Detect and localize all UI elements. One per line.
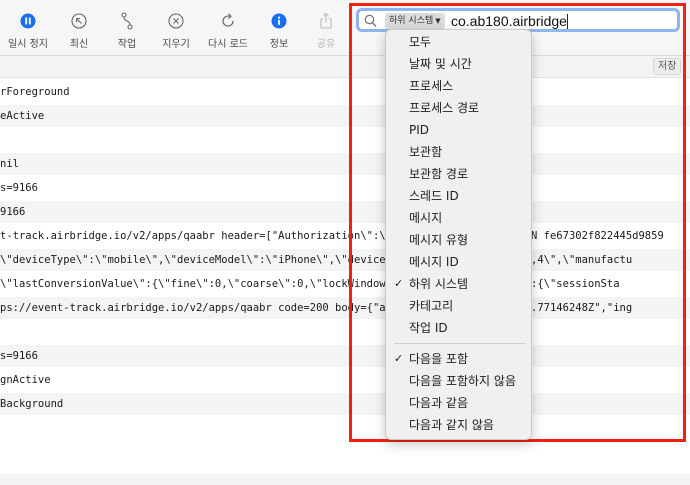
search-options-bar: 저장 [0,56,690,78]
menu-item[interactable]: 모두 [386,31,533,53]
menu-item-label: 프로세스 경로 [409,101,480,115]
log-row[interactable]: nil [0,153,690,175]
log-row[interactable]: eActive [0,105,690,127]
menu-separator [394,343,525,344]
log-row[interactable]: s=9166 [0,177,690,199]
search-query[interactable]: co.ab180.airbridge [451,11,567,31]
text-caret [567,14,568,29]
menu-item[interactable]: 메시지 [386,207,533,229]
log-row[interactable]: t-track.airbridge.io/v2/apps/qaabr heade… [0,225,690,247]
log-row[interactable]: rForeground [0,81,690,103]
menu-item[interactable]: 카테고리 [386,295,533,317]
clear-button[interactable]: 지우기 [146,10,206,52]
menu-item-label: 카테고리 [409,299,454,313]
log-row[interactable]: ps://event-track.airbridge.io/v2/apps/qa… [0,297,690,319]
clear-label: 지우기 [162,39,190,50]
log-row[interactable]: \"lastConversionValue\":{\"fine\":0,\"co… [0,273,690,295]
search-field-dropdown-menu: 모두날짜 및 시간프로세스프로세스 경로 PID 보관함보관함 경로스레드 ID 메시… [385,29,532,440]
clear-icon [146,10,206,32]
share-label: 공유 [316,39,336,50]
checkmark-icon: ✓ [394,277,404,290]
menu-item[interactable]: 메시지 유형 [386,229,533,251]
menu-item[interactable]: 날짜 및 시간 [386,53,533,75]
menu-item-label: 메시지 [409,211,443,225]
search-filter-token[interactable]: 하위 시스템 ▼ [385,13,445,29]
menu-item[interactable]: 보관함 경로 [386,163,533,185]
checkmark-icon: ✓ [394,352,404,365]
menu-item-label: 모두 [409,35,432,49]
log-row[interactable]: gnActive [0,369,690,391]
menu-item[interactable]: ✓ 다음을 포함 [386,348,533,370]
menu-item-label: 메시지 ID [409,255,459,269]
menu-item[interactable]: ✓ 하위 시스템 [386,273,533,295]
menu-item-label: PID [409,123,430,137]
bottom-row [0,474,690,485]
toolbar: 일시 정지 최신 작업 지우기 다시 로드 정보 공유 하위 시스템 ▼ co.… [0,0,690,56]
menu-item-label: 다음을 포함하지 않음 [409,374,516,388]
menu-item-label: 보관함 [409,145,443,159]
search-filter-token-label: 하위 시스템 [389,16,434,26]
menu-item[interactable]: 다음과 같음 [386,392,533,414]
menu-item-label: 날짜 및 시간 [409,57,472,71]
log-row[interactable]: Background [0,393,690,415]
menu-item[interactable]: 다음과 같지 않음 [386,414,533,436]
log-row[interactable] [0,129,690,151]
menu-item[interactable]: 보관함 [386,141,533,163]
log-row[interactable] [0,321,690,343]
log-row[interactable]: 9166 [0,201,690,223]
search-icon [364,13,377,32]
menu-item[interactable]: PID [386,119,533,141]
menu-item-label: 다음을 포함 [409,352,469,366]
log-row[interactable]: s=9166 [0,345,690,367]
save-button[interactable]: 저장 [653,58,682,75]
menu-item-label: 프로세스 [409,79,454,93]
menu-item-label: 다음과 같지 않음 [409,418,494,432]
menu-item[interactable]: 프로세스 [386,75,533,97]
share-icon [296,10,356,32]
menu-item[interactable]: 프로세스 경로 [386,97,533,119]
menu-item-label: 하위 시스템 [409,277,469,291]
menu-item-label: 보관함 경로 [409,167,469,181]
menu-item-label: 메시지 유형 [409,233,469,247]
share-button[interactable]: 공유 [296,10,356,52]
chevron-down-icon: ▼ [435,17,441,25]
menu-item-label: 스레드 ID [409,189,459,203]
log-row[interactable]: \"deviceType\":\"mobile\",\"deviceModel\… [0,249,690,271]
menu-item[interactable]: 작업 ID [386,317,533,339]
menu-item[interactable]: 다음을 포함하지 않음 [386,370,533,392]
menu-item-label: 작업 ID [409,321,448,335]
menu-item[interactable]: 메시지 ID [386,251,533,273]
menu-item-label: 다음과 같음 [409,396,469,410]
menu-item[interactable]: 스레드 ID [386,185,533,207]
